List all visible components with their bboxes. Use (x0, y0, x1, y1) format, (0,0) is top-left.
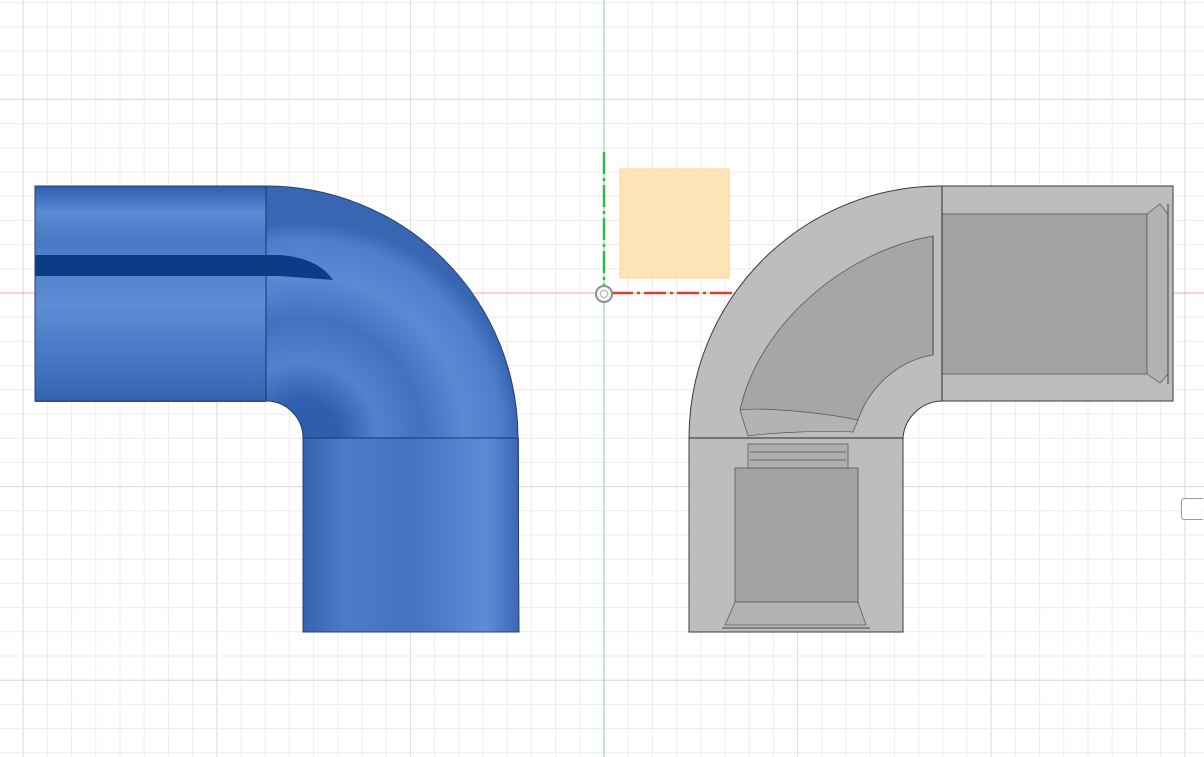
fitting-bottom-chamfer (724, 601, 867, 626)
blue-pipe-bend (266, 186, 518, 438)
fitting-horizontal-socket (941, 213, 1148, 375)
canvas-viewport[interactable] (0, 0, 1204, 757)
fitting-socket-end-chamfer (1146, 203, 1169, 384)
fitting-vertical-socket (734, 467, 859, 603)
blue-pipe-elbow[interactable] (34, 185, 520, 633)
blue-pipe-straight-horizontal (35, 186, 266, 402)
fitting-vertical-socket-neck (747, 443, 849, 469)
origin-plane[interactable] (619, 168, 730, 279)
view-cube-handle-icon[interactable] (1181, 498, 1203, 520)
blue-pipe-straight-vertical (303, 438, 519, 632)
section-view-fitting[interactable] (688, 185, 1174, 633)
origin-point-inner (600, 290, 608, 298)
scene-svg[interactable] (0, 0, 1204, 757)
